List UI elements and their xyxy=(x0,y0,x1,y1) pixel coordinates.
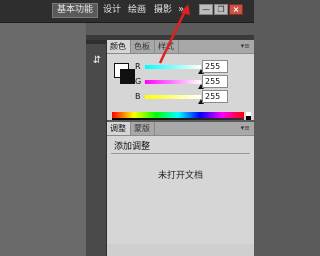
arrow-shaft xyxy=(158,8,188,64)
annotation-arrow xyxy=(158,4,190,64)
arrow-head xyxy=(181,4,190,15)
